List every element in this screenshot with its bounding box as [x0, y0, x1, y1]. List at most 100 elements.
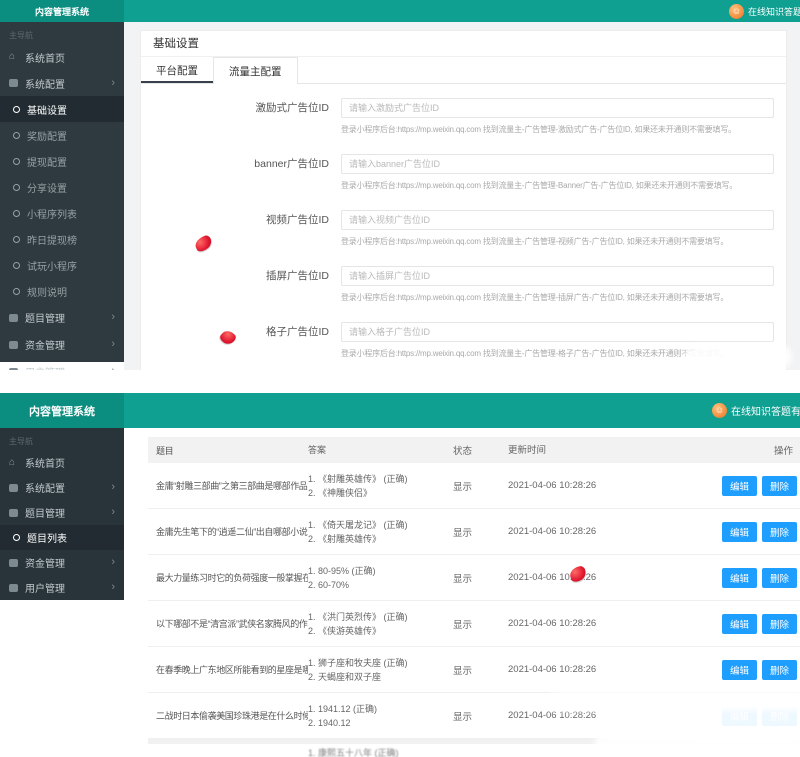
sidebar-item-label: 系统配置: [25, 76, 65, 91]
sidebar-item-funds-management[interactable]: 资金管理 ›: [0, 550, 124, 575]
actions-cell: 编辑 删除: [608, 614, 800, 634]
sidebar-item-label: 系统首页: [25, 455, 65, 470]
user-avatar[interactable]: ☺: [712, 403, 727, 418]
screenshot-settings-page: 内容管理系统 ☺ 在线知识答题有奖 主导航 ⌂ 系统首页 系统配置 › 基础设置…: [0, 0, 800, 370]
eraser-smudge: [688, 349, 788, 365]
status-cell: 显示: [453, 525, 508, 539]
sidebar-item-home[interactable]: ⌂ 系统首页: [0, 44, 124, 70]
radio-circle-icon: [13, 106, 20, 113]
field-label: 视频广告位ID: [141, 210, 341, 247]
sidebar-item-system-config[interactable]: 系统配置 ›: [0, 475, 124, 500]
sidebar-item-question-management[interactable]: 题目管理 ›: [0, 500, 124, 525]
delete-button[interactable]: 删除: [762, 568, 797, 588]
edit-button[interactable]: 编辑: [722, 476, 757, 496]
sidebar-item-user-management[interactable]: 用户管理 ›: [0, 575, 124, 600]
updated-cell: 2021-04-06 10:28:26: [508, 571, 608, 584]
home-icon: ⌂: [9, 52, 19, 62]
actions-cell: 编辑 删除: [608, 522, 800, 542]
status-cell: 显示: [453, 709, 508, 723]
sidebar-item-rules[interactable]: 规则说明: [0, 278, 124, 304]
grid-ad-id-input[interactable]: [341, 322, 774, 342]
sidebar-item-label: 用户管理: [25, 364, 65, 370]
smiley-face-icon: ☺: [732, 7, 741, 16]
main-content: 基础设置 平台配置 流量主配置 激励式广告位ID 登录小程序后台:https:/…: [124, 22, 800, 370]
eraser-smudge: [598, 737, 800, 752]
funds-icon: [9, 559, 18, 567]
sidebar-item-question-management[interactable]: 题目管理 ›: [0, 304, 124, 331]
question-cell: 金庸先生笔下的“逍遥二仙”出自哪部小说?: [148, 525, 308, 538]
tab-traffic-config[interactable]: 流量主配置: [213, 57, 298, 84]
field-hint: 登录小程序后台:https://mp.weixin.qq.com 找到流量主-广…: [341, 124, 774, 135]
header-user-menu[interactable]: ☺ 在线知识答题有奖: [712, 393, 800, 428]
smiley-face-icon: ☺: [715, 406, 724, 415]
radio-circle-icon: [13, 534, 20, 541]
edit-button[interactable]: 编辑: [722, 568, 757, 588]
sidebar-item-label: 资金管理: [25, 337, 65, 352]
updated-cell: 2021-04-06 10:28:26: [508, 479, 608, 492]
status-cell: 显示: [453, 663, 508, 677]
form-row: 插屏广告位ID 登录小程序后台:https://mp.weixin.qq.com…: [141, 266, 786, 303]
field-label: 插屏广告位ID: [141, 266, 341, 303]
question-cell: 以下哪部不是“清宫派”武侠名家腾风的作品?: [148, 617, 308, 630]
screenshot-question-list-page: 内容管理系统 ☺ 在线知识答题有奖 主导航 ⌂ 系统首页 系统配置 › 题目管理…: [0, 393, 800, 757]
delete-button[interactable]: 删除: [762, 614, 797, 634]
question-cell: 在春季晚上广东地区所能看到的星座是哪些?: [148, 663, 308, 676]
interstitial-ad-id-input[interactable]: [341, 266, 774, 286]
questions-icon: [9, 509, 18, 517]
question-cell: 最大力量练习时它的负荷强度一般掌握在?: [148, 571, 308, 584]
sidebar-item-home[interactable]: ⌂ 系统首页: [0, 450, 124, 475]
chevron-right-icon: ›: [111, 507, 115, 518]
sidebar-item-system-config[interactable]: 系统配置 ›: [0, 70, 124, 96]
answer-option-2: 2. 《侠游英雄传》: [308, 624, 453, 638]
sidebar-item-question-list[interactable]: 题目列表: [0, 525, 124, 550]
rewarded-ad-id-input[interactable]: [341, 98, 774, 118]
sidebar-item-funds-management[interactable]: 资金管理 ›: [0, 331, 124, 358]
status-cell: 显示: [453, 571, 508, 585]
column-header-question: 题目: [148, 444, 308, 457]
edit-button[interactable]: 编辑: [722, 522, 757, 542]
column-header-answer: 答案: [308, 443, 453, 457]
sidebar-item-label: 小程序列表: [27, 206, 77, 221]
sidebar-item-label: 题目管理: [25, 310, 65, 325]
sidebar-item-user-management[interactable]: 用户管理 ›: [0, 358, 124, 370]
updated-cell: 2021-04-06 10:28:26: [508, 709, 608, 722]
sidebar-item-withdraw-config[interactable]: 提现配置: [0, 148, 124, 174]
form-row: 激励式广告位ID 登录小程序后台:https://mp.weixin.qq.co…: [141, 98, 786, 135]
sidebar-item-label: 题目列表: [27, 530, 67, 545]
sidebar-section-label: 主导航: [0, 28, 124, 44]
edit-button[interactable]: 编辑: [722, 614, 757, 634]
chevron-right-icon: ›: [111, 339, 115, 350]
sidebar-item-demo-miniapp[interactable]: 试玩小程序: [0, 252, 124, 278]
answer-option-1: 1. 《倚天屠龙记》 (正确): [308, 518, 453, 532]
user-avatar[interactable]: ☺: [729, 4, 744, 19]
sidebar-item-share-settings[interactable]: 分享设置: [0, 174, 124, 200]
field-hint: 登录小程序后台:https://mp.weixin.qq.com 找到流量主-广…: [341, 236, 774, 247]
delete-button[interactable]: 删除: [762, 476, 797, 496]
answer-option-2: 2. 《射雕英雄传》: [308, 532, 453, 546]
status-cell: 显示: [453, 617, 508, 631]
updated-cell: 2021-04-06 10:28:26: [508, 525, 608, 538]
field-hint: 登录小程序后台:https://mp.weixin.qq.com 找到流量主-广…: [341, 180, 774, 191]
sidebar-item-yesterday-withdraw-rank[interactable]: 昨日提现榜: [0, 226, 124, 252]
radio-circle-icon: [13, 184, 20, 191]
answer-cell: 1. 《射雕英雄传》 (正确) 2. 《神雕侠侣》: [308, 472, 453, 500]
column-header-actions: 操作: [608, 443, 800, 457]
funds-icon: [9, 341, 18, 349]
sidebar-item-reward-config[interactable]: 奖励配置: [0, 122, 124, 148]
answer-option-1: 1. 80-95% (正确): [308, 564, 453, 578]
sidebar-item-miniapp-list[interactable]: 小程序列表: [0, 200, 124, 226]
sidebar-item-label: 规则说明: [27, 284, 67, 299]
delete-button[interactable]: 删除: [762, 522, 797, 542]
column-header-updated: 更新时间: [508, 444, 608, 457]
header-user-menu[interactable]: ☺ 在线知识答题有奖: [729, 0, 800, 22]
answer-cell: 1. 《洪门英烈传》 (正确) 2. 《侠游英雄传》: [308, 610, 453, 638]
header-user-label: 在线知识答题有奖: [748, 5, 800, 18]
edit-button[interactable]: 编辑: [722, 660, 757, 680]
sidebar-item-basic-settings[interactable]: 基础设置: [0, 96, 124, 122]
video-ad-id-input[interactable]: [341, 210, 774, 230]
tab-platform-config[interactable]: 平台配置: [141, 57, 213, 83]
banner-ad-id-input[interactable]: [341, 154, 774, 174]
questions-icon: [9, 314, 18, 322]
sidebar-item-label: 提现配置: [27, 154, 67, 169]
delete-button[interactable]: 删除: [762, 660, 797, 680]
